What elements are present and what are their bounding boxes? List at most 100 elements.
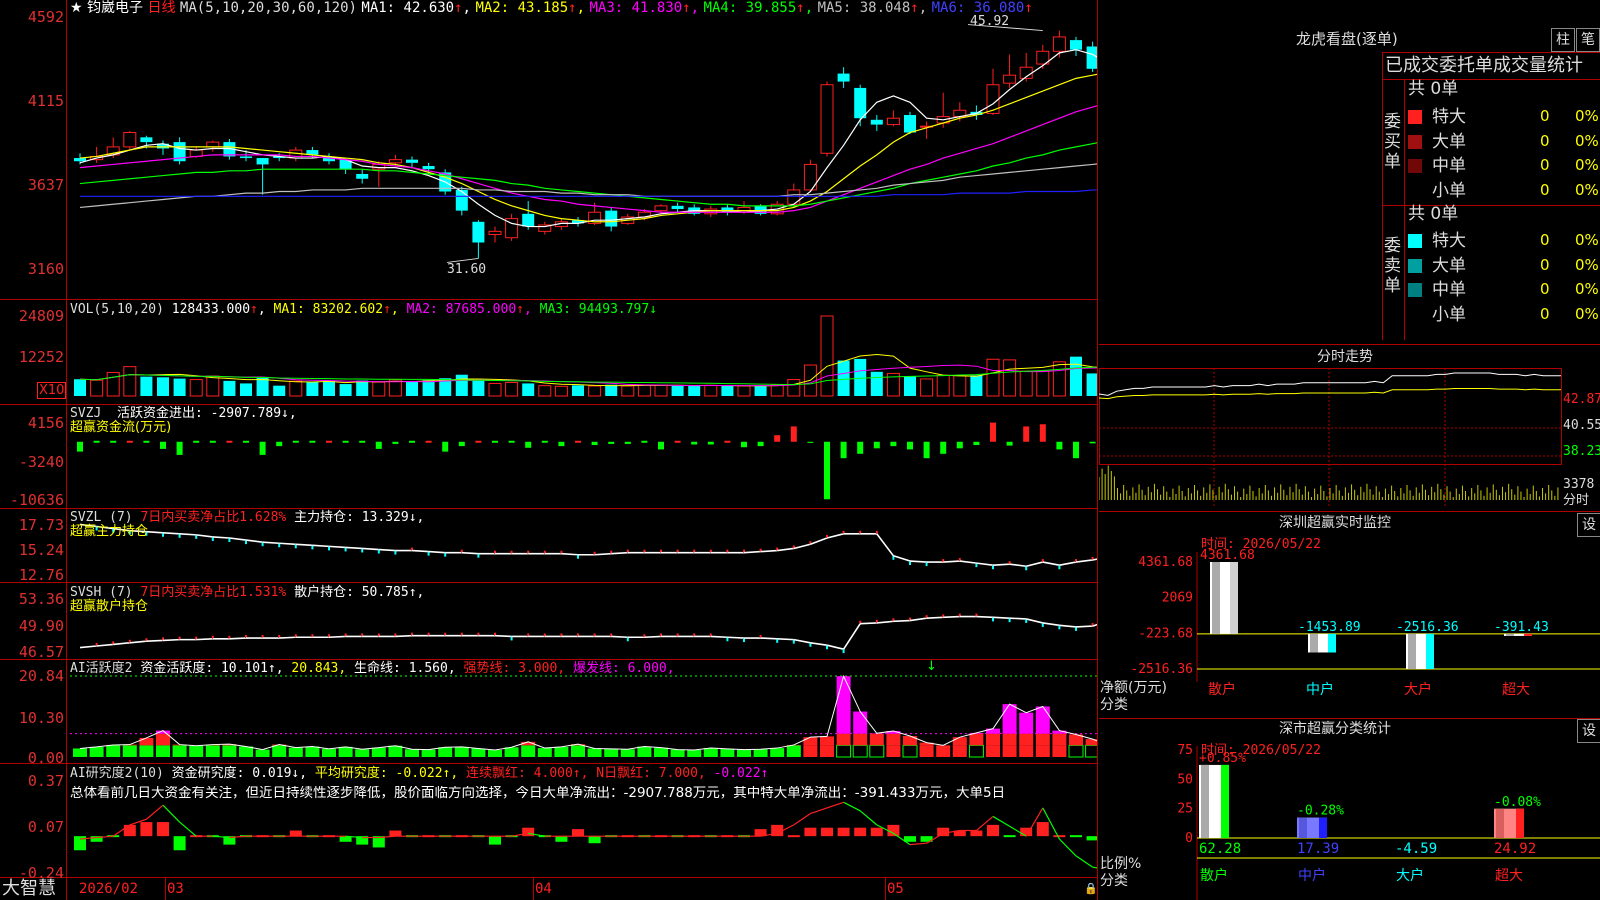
volume-bar xyxy=(1036,370,1050,397)
flow-bar xyxy=(243,440,249,443)
research-bar xyxy=(572,829,584,837)
low-price-label: 31.60 xyxy=(447,262,487,277)
tick-mode-button[interactable]: 笔 xyxy=(1576,28,1600,52)
volume-bar xyxy=(588,385,602,397)
main-holding-line xyxy=(312,544,330,548)
lock-icon[interactable]: 🔒 xyxy=(1084,881,1098,896)
activity-bar xyxy=(1002,745,1017,757)
right-panel: 龙虎看盘(逐单) 柱 笔 已成交委托单成交量统计 委买单 共 0单 特大 0 0% 大… xyxy=(1099,0,1600,900)
activity-bar xyxy=(322,748,336,757)
volume-bar xyxy=(240,383,252,396)
main-holding-line xyxy=(826,533,844,539)
svsh-header: SVSH (7) 7日内买卖净占比1.531% 散户持仓: 50.785↑, xyxy=(70,585,425,600)
candle xyxy=(90,146,104,163)
monitor-bar-edge xyxy=(1426,633,1434,669)
kline-chart-area[interactable] xyxy=(0,0,1098,900)
main-holding-line xyxy=(1009,563,1027,568)
candle xyxy=(356,169,369,184)
flow-bar xyxy=(425,440,432,443)
candle-body xyxy=(787,189,801,205)
activity-bar-strong xyxy=(1035,733,1050,746)
research-bar xyxy=(389,830,402,837)
research-bar xyxy=(140,822,153,837)
activity-bar xyxy=(852,744,868,758)
volume-bar xyxy=(90,379,104,397)
volume-bar xyxy=(671,385,684,396)
main-holding-line xyxy=(1059,561,1077,566)
flow-bar xyxy=(1023,426,1030,442)
volume-bar xyxy=(488,382,502,397)
candle-body xyxy=(886,117,900,126)
candle xyxy=(837,67,850,88)
y-tick: 0.07 xyxy=(27,818,64,836)
research-bar xyxy=(173,836,186,851)
research-line xyxy=(146,804,164,820)
ma1-line xyxy=(79,49,1098,228)
ai-activity-header: AI活跃度2 资金活跃度: 10.101↑, 20.843, 生命线: 1.56… xyxy=(70,661,675,676)
volume-bar xyxy=(538,385,552,397)
research-bar xyxy=(123,824,136,837)
activity-bar xyxy=(786,745,801,757)
volume-bar xyxy=(737,385,751,397)
intraday-unit: 分时 xyxy=(1563,493,1590,508)
app-brand: 大智慧 xyxy=(2,878,56,899)
retail-holding-line xyxy=(1009,617,1027,620)
classify-y-tick: 50 xyxy=(1177,772,1193,787)
activity-bar-strong xyxy=(969,733,984,746)
flow-bar xyxy=(956,441,963,449)
research-line xyxy=(793,813,811,826)
bar-mode-button[interactable]: 柱 xyxy=(1551,28,1575,52)
volume-bar xyxy=(820,315,834,397)
candle-body xyxy=(1003,74,1017,84)
volume-bar xyxy=(572,385,584,396)
period-label[interactable]: 日线 xyxy=(147,0,175,16)
candle xyxy=(970,105,983,120)
row-percent: 0% xyxy=(1575,180,1599,199)
flow-bar xyxy=(160,441,166,449)
retail-holding-line xyxy=(196,638,213,641)
candle-body xyxy=(74,158,86,162)
volume-bar xyxy=(936,374,950,397)
flow-bar xyxy=(774,435,781,442)
flow-bar xyxy=(392,441,399,444)
row-label: 小单 xyxy=(1432,180,1466,201)
favorite-star-icon[interactable]: ★ xyxy=(70,0,83,16)
volume-bar xyxy=(770,384,784,397)
flow-bar xyxy=(110,440,117,443)
intraday-chart[interactable] xyxy=(1099,368,1600,508)
flow-bar xyxy=(276,441,283,447)
activity-bar xyxy=(737,749,751,757)
retail-holding-line xyxy=(876,620,894,624)
main-holding-line xyxy=(810,537,828,546)
main-holding-line xyxy=(229,537,247,541)
sell-row: 小单 0 0% xyxy=(1408,304,1600,326)
row-percent: 0% xyxy=(1575,280,1599,298)
volume-bar xyxy=(323,380,335,396)
main-holding-line xyxy=(179,533,197,536)
row-label: 大单 xyxy=(1432,131,1466,152)
main-holding-line xyxy=(245,539,263,543)
research-line xyxy=(179,821,197,837)
flow-bar xyxy=(990,422,996,442)
ai-research-header: AI研究度2(10) 资金研究度: 0.019↓, 平均研究度: -0.022↑… xyxy=(70,766,769,781)
sell-row: 大单 0 0% xyxy=(1408,255,1600,277)
retail-holding-line xyxy=(79,645,97,649)
activity-bar-strong xyxy=(803,737,818,746)
retail-holding-line xyxy=(113,642,130,646)
svzl-subtitle: 超赢主力持仓 xyxy=(70,524,149,539)
classify-top-label: -0.28% xyxy=(1297,804,1344,819)
research-bar xyxy=(837,827,850,837)
volume-bar xyxy=(273,385,286,396)
kline-svg[interactable] xyxy=(0,0,1098,900)
activity-bar-strong xyxy=(986,733,1000,746)
monitor-bar-label: -391.43 xyxy=(1494,620,1549,635)
retail-holding-line xyxy=(793,638,811,644)
flow-bar xyxy=(292,440,299,443)
flow-bar xyxy=(1039,424,1046,442)
y-tick: 10.30 xyxy=(18,709,64,727)
monitor-y-tick: 2069 xyxy=(1162,591,1193,606)
research-bar xyxy=(555,836,568,842)
volume-bar xyxy=(605,384,618,396)
volume-bar xyxy=(654,384,668,397)
y-tick: 4115 xyxy=(27,92,64,110)
